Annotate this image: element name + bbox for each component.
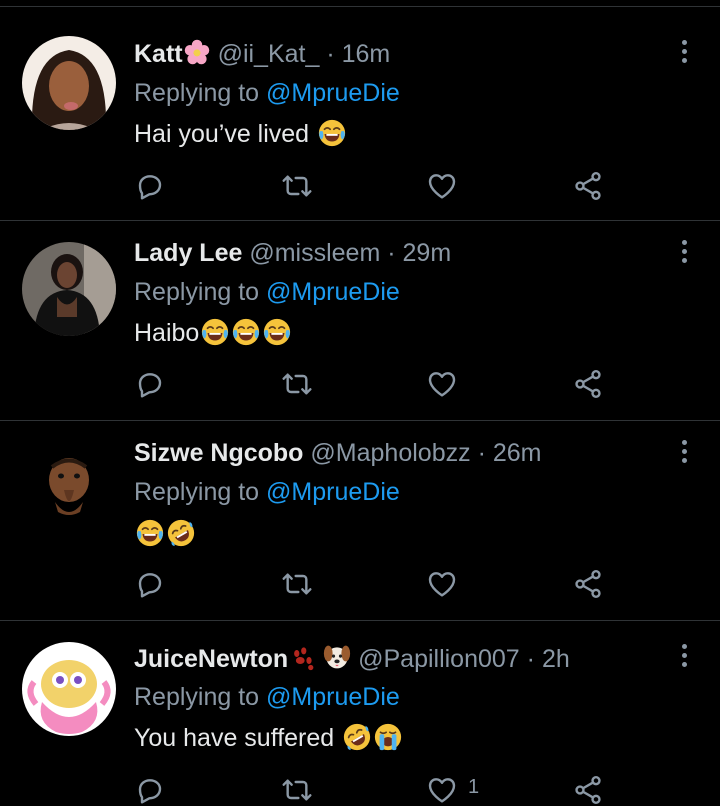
share-icon[interactable] (572, 170, 604, 202)
face-with-tears-of-joy-emoji (135, 518, 165, 548)
replying-to: Replying to @MprueDie (134, 477, 400, 507)
face-with-tears-of-joy-emoji (231, 317, 261, 347)
separator-dot: · (387, 239, 396, 267)
timestamp[interactable]: 2h (542, 645, 570, 673)
retweet-icon[interactable] (281, 170, 313, 202)
timestamp[interactable]: 16m (342, 40, 391, 68)
avatar[interactable] (22, 242, 116, 336)
retweet-icon[interactable] (281, 774, 313, 806)
cherry-blossom-emoji (183, 38, 211, 66)
retweet-icon[interactable] (281, 568, 313, 600)
like-icon[interactable] (426, 368, 458, 400)
display-name[interactable]: Lady Lee (134, 239, 242, 267)
dog-face-emoji (323, 643, 351, 671)
separator-dot: · (526, 645, 535, 673)
replying-prefix: Replying to (134, 278, 267, 306)
loudly-crying-face-emoji (373, 722, 403, 752)
avatar[interactable] (22, 642, 116, 736)
share-icon[interactable] (572, 774, 604, 806)
replying-to: Replying to @MprueDie (134, 682, 400, 712)
tweet-header: Lady Lee @missleem · 29m (134, 238, 451, 268)
more-options-icon[interactable] (670, 436, 698, 466)
tweet-header: JuiceNewton @Papillion007 · 2h (134, 643, 570, 674)
replying-prefix: Replying to (134, 478, 267, 506)
replying-prefix: Replying to (134, 683, 267, 711)
rolling-on-floor-laughing-emoji (166, 518, 196, 548)
separator-dot: · (477, 439, 486, 467)
more-options-icon[interactable] (670, 36, 698, 66)
avatar[interactable] (22, 442, 116, 536)
display-name[interactable]: Katt (134, 40, 183, 68)
like-icon[interactable] (426, 568, 458, 600)
tweet-text-content: Hai you’ve lived (134, 120, 310, 148)
like-icon[interactable] (426, 774, 458, 806)
face-with-tears-of-joy-emoji (317, 118, 347, 148)
tweet-text-content: You have suffered (134, 724, 335, 752)
user-handle[interactable]: @Papillion007 (358, 645, 520, 673)
replying-to: Replying to @MprueDie (134, 78, 400, 108)
user-handle[interactable]: @ii_Kat_ (218, 40, 320, 68)
mention-link[interactable]: @MprueDie (266, 278, 400, 306)
reply-icon[interactable] (134, 568, 166, 600)
tweet-header: Sizwe Ngcobo @Mapholobzz · 26m (134, 438, 541, 468)
tweet-text (134, 518, 196, 550)
retweet-icon[interactable] (281, 368, 313, 400)
replying-to: Replying to @MprueDie (134, 277, 400, 307)
timestamp[interactable]: 26m (493, 439, 542, 467)
reply-icon[interactable] (134, 368, 166, 400)
like-icon[interactable] (426, 170, 458, 202)
separator-dot: · (326, 40, 335, 68)
timestamp[interactable]: 29m (403, 239, 452, 267)
face-with-tears-of-joy-emoji (200, 317, 230, 347)
paw-prints-emoji (288, 643, 316, 671)
face-with-tears-of-joy-emoji (262, 317, 292, 347)
reply-icon[interactable] (134, 170, 166, 202)
tweet-divider (0, 620, 720, 621)
user-handle[interactable]: @missleem (249, 239, 380, 267)
display-name[interactable]: Sizwe Ngcobo (134, 439, 303, 467)
mention-link[interactable]: @MprueDie (266, 79, 400, 107)
user-handle[interactable]: @Mapholobzz (310, 439, 470, 467)
tweet-divider (0, 220, 720, 221)
tweet-header: Katt @ii_Kat_ · 16m (134, 38, 390, 69)
reply-icon[interactable] (134, 774, 166, 806)
avatar[interactable] (22, 36, 116, 130)
tweet-text: Hai you’ve lived (134, 118, 347, 150)
tweet-text: You have suffered (134, 722, 403, 754)
tweet-text-content: Haibo (134, 319, 200, 347)
top-divider (0, 6, 720, 7)
replying-prefix: Replying to (134, 79, 267, 107)
display-name[interactable]: JuiceNewton (134, 645, 288, 673)
tweet-text: Haibo (134, 317, 292, 349)
mention-link[interactable]: @MprueDie (266, 478, 400, 506)
rolling-on-floor-laughing-emoji (342, 722, 372, 752)
tweet-divider (0, 420, 720, 421)
share-icon[interactable] (572, 368, 604, 400)
more-options-icon[interactable] (670, 236, 698, 266)
like-count: 1 (468, 776, 480, 798)
mention-link[interactable]: @MprueDie (266, 683, 400, 711)
more-options-icon[interactable] (670, 640, 698, 670)
share-icon[interactable] (572, 568, 604, 600)
